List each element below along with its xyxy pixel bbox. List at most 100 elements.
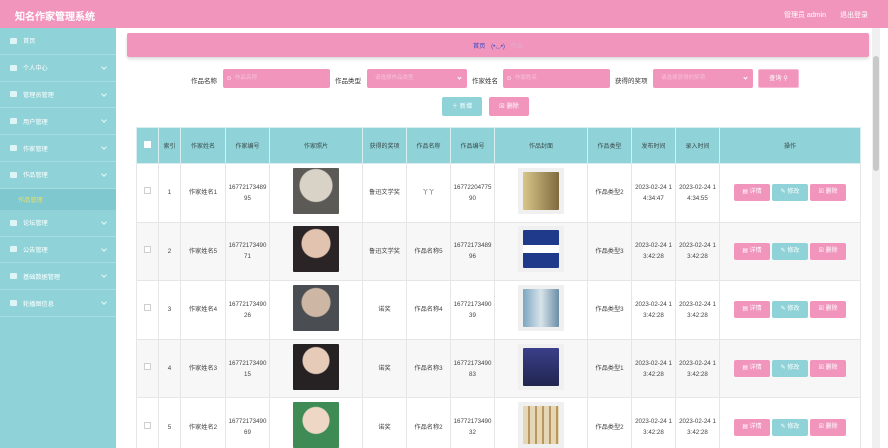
cell-work-name: 作品名称3 (406, 338, 451, 399)
detail-button[interactable]: ▤ 详情 (734, 301, 770, 319)
work-name-input[interactable]: 作品名称 (223, 69, 330, 88)
edit-button[interactable]: ✎ 修改 (772, 360, 808, 378)
sidebar-item-writers[interactable]: 作家管理 (0, 135, 116, 162)
sidebar-subitem-works[interactable]: 作品管理 (0, 188, 116, 210)
sidebar-item-admins[interactable]: 管理员管理 (0, 82, 116, 109)
book-icon (10, 171, 17, 178)
row-checkbox[interactable] (144, 245, 151, 253)
table-row: 3 作家姓名4 1677217349026 诺奖 作品名称4 1677217349039 作… (136, 280, 861, 340)
cell-operations: ▤ 详情 ✎ 修改 ☒ 删除 (719, 221, 861, 282)
chevron-down-icon (743, 75, 748, 80)
detail-icon: ▤ (742, 189, 750, 196)
delete-button[interactable]: ☒ 删除 (810, 360, 846, 378)
sidebar-item-notices[interactable]: 公告管理 (0, 237, 116, 264)
sidebar-item-label: 管理员管理 (23, 91, 54, 99)
sidebar-subitem-label: 作品管理 (18, 196, 43, 204)
writer-photo (293, 284, 339, 331)
chevron-down-icon (101, 218, 107, 225)
query-label: 查询 (769, 75, 782, 82)
breadcrumb: 首页 (•◡•) 作品 (127, 33, 869, 57)
breadcrumb-home[interactable]: 首页 (473, 43, 485, 50)
detail-button[interactable]: ▤ 详情 (734, 418, 770, 436)
writer-name-input[interactable]: 作家姓名 (503, 69, 610, 88)
logout-link[interactable]: 退出登录 (840, 10, 868, 20)
select-all-checkbox[interactable] (144, 141, 151, 148)
sidebar-item-works[interactable]: 作品管理 (0, 162, 116, 189)
trash-icon: ☒ (499, 103, 505, 110)
sidebar-item-basedata[interactable]: 基础数据管理 (0, 263, 116, 291)
cell-index: 1 (158, 163, 181, 223)
delete-button[interactable]: ☒ 删除 (810, 242, 846, 260)
header-select-all[interactable] (136, 127, 159, 164)
table-header-row: 索引 作家姓名 作家编号 作家照片 获得的奖项 作品名称 作品编号 作品封面 作… (136, 127, 861, 164)
cell-operations: ▤ 详情 ✎ 修改 ☒ 删除 (719, 163, 861, 223)
delete-button[interactable]: ☒ 删除 (810, 301, 846, 319)
current-user: 管理员 admin (783, 12, 826, 19)
detail-icon: ▤ (742, 306, 750, 313)
header-cell: 作品封面 (494, 127, 588, 164)
breadcrumb-current: 作品 (510, 43, 524, 50)
cell-record-time: 2023-02-24 13:42:28 (675, 280, 720, 340)
header-cell: 作家编号 (225, 127, 270, 164)
cell-work-id: 1677217348996 (450, 221, 495, 282)
edit-button[interactable]: ✎ 修改 (772, 418, 808, 436)
cell-publish-time: 2023-02-24 13:42:28 (631, 338, 676, 399)
cell-publish-time: 2023-02-24 13:42:28 (631, 280, 676, 340)
row-checkbox[interactable] (144, 363, 151, 371)
delete-label: 删除 (825, 306, 838, 313)
chevron-down-icon (457, 75, 462, 80)
image-icon (10, 300, 17, 307)
edit-button[interactable]: ✎ 修改 (772, 301, 808, 319)
writer-name-placeholder: 作家姓名 (515, 75, 538, 81)
edit-button[interactable]: ✎ 修改 (772, 242, 808, 260)
delete-button[interactable]: ☒ 删除 (810, 184, 846, 202)
award-select[interactable]: 请选择获得的奖项 (653, 69, 753, 88)
sidebar-item-label: 基础数据管理 (23, 273, 61, 281)
scrollbar-thumb[interactable] (873, 56, 879, 171)
row-select-cell (136, 338, 159, 399)
query-button[interactable]: 查询 ⚲ (758, 69, 799, 88)
detail-button[interactable]: ▤ 详情 (734, 242, 770, 260)
notice-icon (10, 246, 17, 253)
cell-record-time: 2023-02-24 14:34:55 (675, 163, 720, 223)
cell-work-name: 作品名称2 (406, 397, 451, 448)
sidebar-item-forum[interactable]: 论坛管理 (0, 210, 116, 237)
detail-button[interactable]: ▤ 详情 (734, 184, 770, 202)
detail-button[interactable]: ▤ 详情 (734, 360, 770, 378)
cell-work-cover (494, 338, 588, 399)
breadcrumb-emoji: (•◡•) (491, 43, 505, 50)
cell-writer-photo (269, 221, 363, 282)
cell-publish-time: 2023-02-24 13:42:28 (631, 397, 676, 448)
cell-writer-name: 作家姓名1 (180, 163, 226, 223)
cell-work-id: 1677217349032 (450, 397, 495, 448)
cell-writer-name: 作家姓名2 (180, 397, 226, 448)
row-checkbox[interactable] (144, 187, 151, 195)
delete-button[interactable]: ☒ 删除 (810, 418, 846, 436)
cell-work-id: 1677220477590 (450, 163, 495, 223)
sidebar-item-home[interactable]: 首页 (0, 28, 116, 55)
chevron-down-icon (101, 171, 107, 177)
cell-writer-photo (269, 163, 363, 223)
cell-writer-id: 1677217348995 (225, 163, 270, 223)
chevron-down-icon (101, 63, 107, 70)
chevron-down-icon (101, 245, 107, 252)
detail-label: 详情 (749, 247, 762, 254)
work-type-select[interactable]: 请选择作品类型 (367, 69, 467, 88)
edit-button[interactable]: ✎ 修改 (772, 184, 808, 202)
cell-work-name: 丫丫 (406, 163, 451, 223)
admin-icon (10, 91, 17, 98)
sidebar-item-carousel[interactable]: 轮播图信息 (0, 290, 116, 317)
search-icon: ⚲ (783, 75, 788, 82)
cell-work-type: 作品类型2 (587, 397, 632, 448)
work-cover-image (518, 226, 564, 273)
add-button[interactable]: ＋ 新增 (442, 97, 482, 116)
batch-delete-button[interactable]: ☒ 删除 (489, 97, 529, 116)
sidebar-item-profile[interactable]: 个人中心 (0, 55, 116, 82)
row-checkbox[interactable] (144, 304, 151, 312)
writer-photo (293, 343, 339, 390)
cell-index: 2 (158, 221, 181, 282)
vertical-scrollbar[interactable] (872, 28, 880, 448)
row-checkbox[interactable] (144, 421, 151, 429)
row-select-cell (136, 397, 159, 448)
sidebar-item-users[interactable]: 用户管理 (0, 108, 116, 136)
